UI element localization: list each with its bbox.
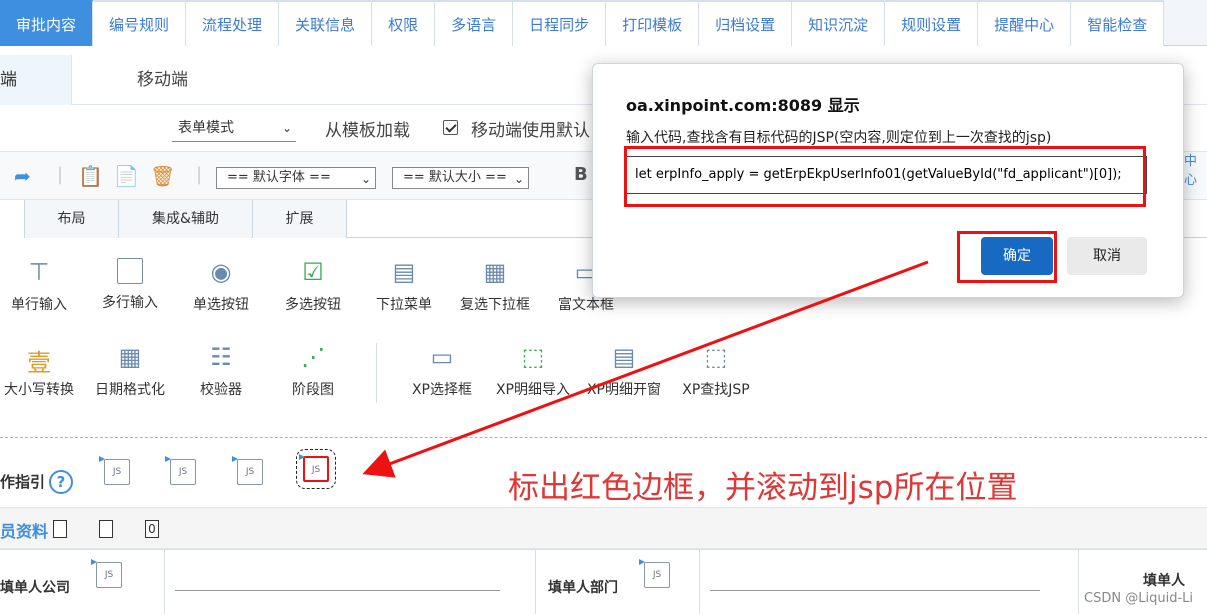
form-designer-screen: 审批内容 编号规则 流程处理 关联信息 权限 多语言 日程同步 打印模板 归档设… [0,0,1207,614]
watermark: CSDN @Liquid-Li [1084,591,1193,606]
annotation-arrow [362,260,929,478]
